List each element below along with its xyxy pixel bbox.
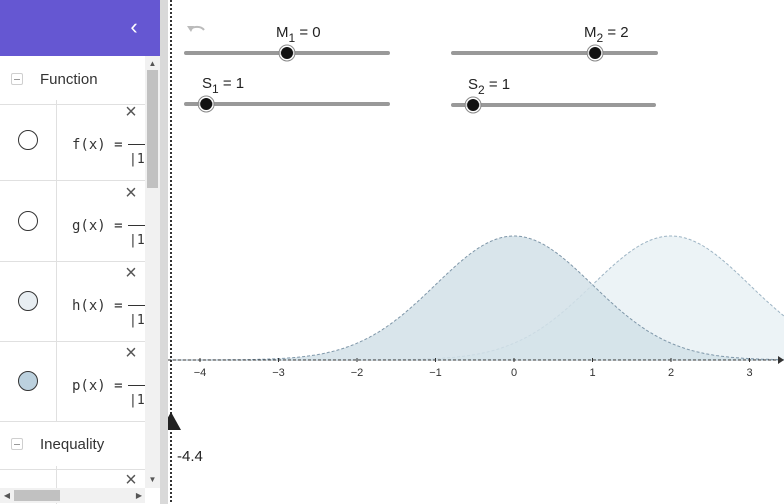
slider-m1[interactable]: M1 = 0 (184, 24, 390, 62)
graphics-canvas[interactable]: −4 −3 −2 −1 0 1 2 3 -4.4 M1 = 0 M2 = 2 S1 = 1 S2 =… (168, 0, 784, 504)
vertical-scrollbar[interactable]: ▲ ▼ (145, 56, 160, 488)
x-tick-label: −4 (194, 367, 207, 379)
slider-s2[interactable]: S2 = 1 (451, 76, 656, 114)
category-function[interactable]: Function (0, 56, 145, 105)
category-label: Inequality (40, 436, 105, 453)
slider-s1[interactable]: S1 = 1 (184, 75, 390, 113)
fraction-bar (128, 225, 145, 226)
delete-x-icon[interactable]: × (121, 343, 141, 363)
marble-cell (0, 341, 57, 421)
graphics-view[interactable]: −4 −3 −2 −1 0 1 2 3 -4.4 M1 = 0 M2 = 2 S1 = 1 S2 =… (168, 0, 784, 504)
x-tick-label: 1 (589, 367, 595, 379)
x-tick-label: 0 (511, 367, 517, 379)
marble-cell (0, 261, 57, 341)
slider-knob[interactable] (467, 99, 480, 111)
function-denominator: |1 (129, 313, 145, 328)
function-row-g[interactable]: g(x) = |1 × (0, 181, 145, 262)
undo-icon[interactable] (187, 25, 205, 32)
point-label: -4.4 (177, 448, 203, 465)
slider-label: S1 = 1 (202, 75, 244, 96)
slider-knob[interactable] (281, 47, 293, 59)
slider-label: M1 = 0 (276, 24, 321, 45)
scroll-down-icon[interactable]: ▼ (145, 474, 160, 486)
function-denominator: |1| (129, 152, 145, 167)
category-label: Function (40, 71, 98, 88)
marble-cell (0, 181, 57, 261)
x-tick-label: −3 (272, 367, 285, 379)
x-tick-label: 2 (668, 367, 674, 379)
function-text: p(x) = (72, 378, 123, 394)
x-tick-label: −1 (429, 367, 442, 379)
slider-m2[interactable]: M2 = 2 (451, 24, 658, 62)
function-text: f(x) = (72, 137, 123, 153)
scroll-up-icon[interactable]: ▲ (145, 58, 160, 70)
x-axis-ticks: −4 −3 −2 −1 0 1 2 3 (194, 358, 753, 379)
slider-knob[interactable] (200, 98, 213, 110)
visibility-marble[interactable] (18, 291, 38, 311)
delete-x-icon[interactable]: × (121, 263, 141, 283)
scroll-thumb[interactable] (147, 70, 158, 188)
function-text: h(x) = (72, 298, 123, 314)
function-row-h[interactable]: h(x) = |1 × (0, 261, 145, 342)
fraction-bar (128, 144, 145, 145)
slider-label: M2 = 2 (584, 24, 629, 45)
algebra-view: ‹ Function f(x) = |1| × g(x) = |1 × h(x)… (0, 0, 160, 504)
delete-x-icon[interactable]: × (121, 470, 141, 490)
x-tick-label: −2 (351, 367, 364, 379)
delete-x-icon[interactable]: × (121, 183, 141, 203)
fraction-bar (128, 385, 145, 386)
fraction-bar (128, 305, 145, 306)
delete-x-icon[interactable]: × (121, 102, 141, 122)
function-row-p[interactable]: p(x) = |1 × (0, 341, 145, 422)
function-denominator: |1 (129, 393, 145, 408)
visibility-marble[interactable] (18, 130, 38, 150)
slider-label: S2 = 1 (468, 76, 510, 97)
point-marker-icon[interactable] (168, 412, 181, 430)
panel-splitter[interactable] (160, 0, 168, 504)
visibility-marble[interactable] (18, 371, 38, 391)
algebra-header: ‹ (0, 0, 160, 56)
collapse-toggle-icon[interactable] (11, 73, 23, 85)
distribution-curves (168, 235, 784, 361)
horizontal-scrollbar[interactable]: ◀ ▶ (0, 488, 145, 503)
marble-cell (0, 100, 57, 180)
scroll-thumb[interactable] (14, 490, 60, 501)
x-tick-label: 3 (746, 367, 752, 379)
sliders[interactable]: M1 = 0 M2 = 2 S1 = 1 S2 = 1 (184, 24, 658, 114)
function-text: g(x) = (72, 218, 123, 234)
scroll-right-icon[interactable]: ▶ (133, 488, 145, 503)
slider-knob[interactable] (589, 47, 602, 59)
function-denominator: |1 (129, 233, 145, 248)
visibility-marble[interactable] (18, 211, 38, 231)
category-inequality[interactable]: Inequality (0, 421, 145, 470)
collapse-toggle-icon[interactable] (11, 438, 23, 450)
scroll-left-icon[interactable]: ◀ (1, 488, 13, 503)
function-row-f[interactable]: f(x) = |1| × (0, 100, 145, 181)
collapse-chevron-icon[interactable]: ‹ (122, 16, 146, 40)
